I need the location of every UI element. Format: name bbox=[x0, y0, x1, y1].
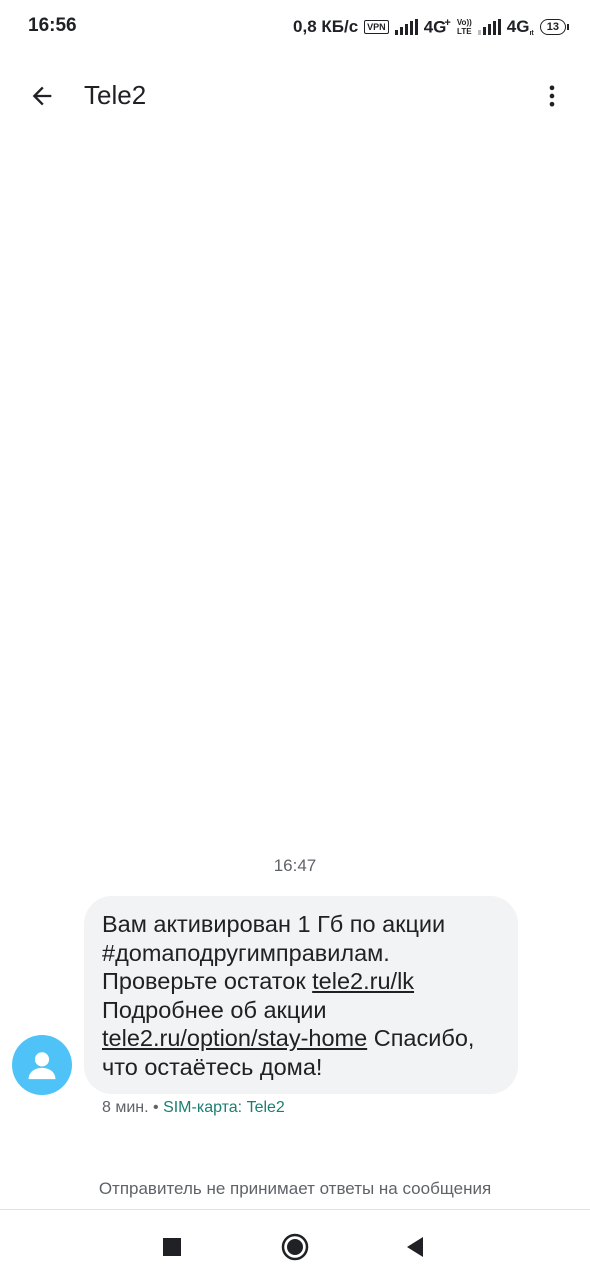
conversation-title: Tele2 bbox=[84, 80, 147, 110]
navigation-bar bbox=[0, 1210, 590, 1280]
message-age: 8 мин. bbox=[102, 1099, 149, 1116]
square-icon bbox=[163, 1238, 181, 1256]
sender-avatar[interactable] bbox=[12, 1035, 72, 1095]
arrow-left-icon bbox=[32, 86, 52, 106]
status-bar: 16:56 0,8 КБ/с VPN 4G+ Vo)) LTE 4Gıt 13 bbox=[0, 0, 590, 54]
signal-icon bbox=[394, 19, 418, 35]
signal-icon-2 bbox=[477, 19, 501, 35]
message-meta: 8 мин. • SIM-карта: Tele2 bbox=[102, 1099, 285, 1116]
network-type-2: 4Gıt bbox=[506, 17, 534, 37]
circle-icon bbox=[281, 1233, 309, 1261]
battery-icon: 13 bbox=[539, 19, 570, 35]
recents-button[interactable] bbox=[155, 1230, 189, 1264]
person-icon bbox=[28, 1052, 56, 1080]
message-text: Вам активирован 1 Гб по акции #доmaподру… bbox=[102, 911, 475, 1080]
app-bar: Tele2 bbox=[0, 60, 590, 130]
status-indicators: 0,8 КБ/с VPN 4G+ Vo)) LTE 4Gıt 13 bbox=[293, 15, 570, 39]
triangle-back-icon bbox=[407, 1237, 423, 1257]
network-type-1: 4G+ bbox=[423, 16, 451, 37]
sim-label: SIM-карта: Tele2 bbox=[163, 1099, 285, 1116]
volte-icon: Vo)) LTE bbox=[456, 18, 472, 36]
message-bubble[interactable]: Вам активирован 1 Гб по акции #доmaподру… bbox=[84, 896, 518, 1094]
network-speed: 0,8 КБ/с bbox=[293, 17, 359, 36]
vpn-icon: VPN bbox=[364, 20, 389, 34]
back-button[interactable] bbox=[22, 76, 62, 116]
back-nav-button[interactable] bbox=[398, 1230, 432, 1264]
more-vert-icon bbox=[549, 85, 555, 107]
no-reply-notice: Отправитель не принимает ответы на сообщ… bbox=[98, 1179, 492, 1198]
status-time: 16:56 bbox=[28, 15, 77, 36]
link-stay-home[interactable]: tele2.ru/option/stay-home bbox=[102, 1025, 367, 1051]
home-button[interactable] bbox=[278, 1230, 312, 1264]
more-options-button[interactable] bbox=[532, 76, 572, 116]
link-tele2-lk[interactable]: tele2.ru/lk bbox=[312, 968, 414, 994]
message-time-header: 16:47 bbox=[273, 856, 317, 875]
